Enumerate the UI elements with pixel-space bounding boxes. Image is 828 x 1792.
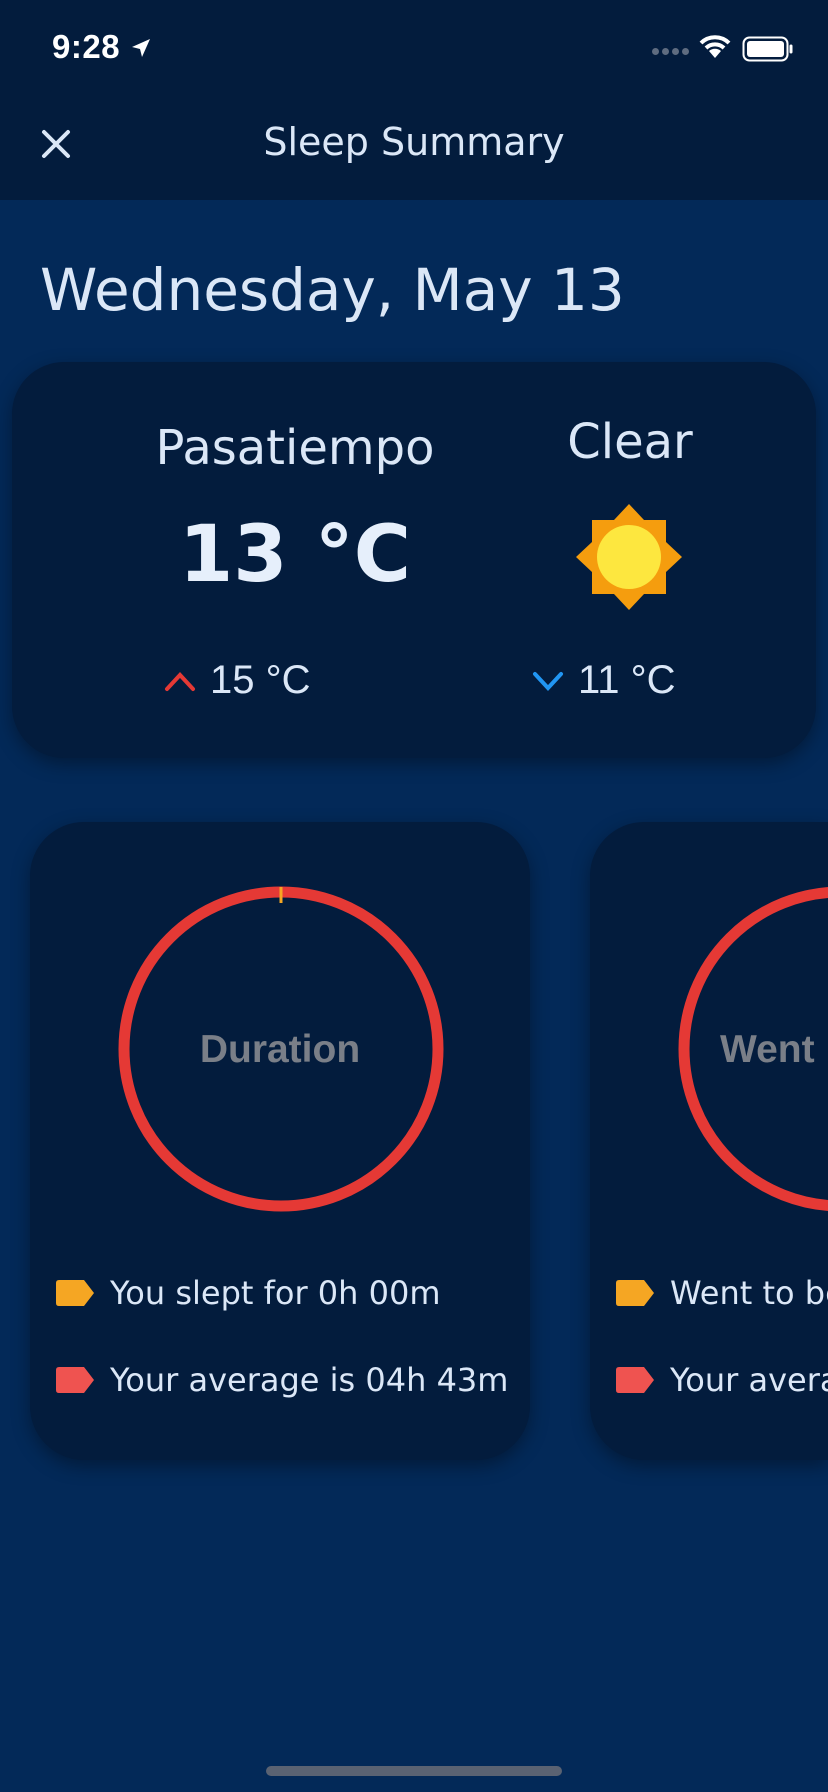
legend-bedtime-average-text: Your avera [670,1361,828,1399]
high-temperature-value: 15 °C [210,658,311,702]
legend-item-went-to-bed: Went to be [616,1274,828,1312]
tag-icon [616,1367,654,1393]
duration-card[interactable]: Duration You slept for 0h 00m Your avera… [30,822,530,1460]
tag-icon [616,1280,654,1306]
wifi-icon [699,35,731,58]
battery-icon [742,36,793,62]
low-temperature-value: 11 °C [578,658,676,702]
legend-went-to-bed-text: Went to be [670,1274,828,1312]
page-title: Sleep Summary [263,120,565,164]
location-arrow-icon [132,39,150,57]
high-temperature: 15 °C [164,658,311,703]
bedtime-card[interactable]: Went Went to be Your avera [590,822,828,1460]
low-temperature: 11 °C [532,658,676,703]
home-indicator[interactable] [266,1766,562,1776]
legend-item-slept: You slept for 0h 00m [56,1274,440,1312]
legend-item-average: Your average is 04h 43m [56,1361,508,1399]
tag-icon [56,1367,94,1393]
weather-temperature: 13 °C [179,510,411,600]
sun-icon [576,504,682,610]
tag-icon [56,1280,94,1306]
chevron-down-icon [533,671,563,691]
weather-condition: Clear [567,414,693,470]
weather-card: Pasatiempo 13 °C Clear 15 °C 11 °C [12,362,816,758]
weather-city: Pasatiempo [155,420,435,476]
bedtime-label: Went [720,1028,815,1071]
legend-average-text: Your average is 04h 43m [110,1361,509,1399]
status-time: 9:28 [52,28,121,65]
legend-slept-text: You slept for 0h 00m [110,1274,441,1312]
duration-label: Duration [199,1028,361,1071]
date-heading: Wednesday, May 13 [40,256,625,324]
cellular-signal-icon [652,48,689,55]
chevron-up-icon [165,671,195,691]
legend-item-bedtime-average: Your avera [616,1361,828,1399]
